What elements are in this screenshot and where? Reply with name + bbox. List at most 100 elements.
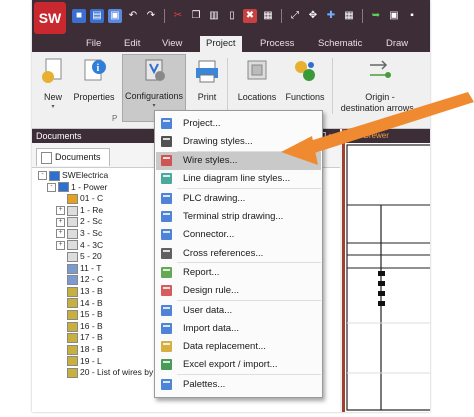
copy-icon[interactable]: ❐ <box>189 9 203 23</box>
documents-tab-icon <box>41 152 52 164</box>
menu-item-cross-references[interactable]: Cross references... <box>156 244 321 262</box>
tab-view[interactable]: View <box>156 36 188 52</box>
delete-icon[interactable]: ✖ <box>243 9 257 23</box>
save-icon[interactable]: ▣ <box>108 9 122 23</box>
menu-item-drawing-styles[interactable]: Drawing styles... <box>156 132 321 150</box>
schematic-tab[interactable]: c5 - Brewer <box>345 129 430 143</box>
tree-item[interactable]: 17 - B <box>56 332 103 344</box>
page-icon[interactable]: ▯ <box>225 9 239 23</box>
ribbon-group-label: P <box>112 114 118 123</box>
tree-item-label: 5 - 20 <box>80 251 102 262</box>
tree-item[interactable]: +4 - 3C <box>56 240 103 252</box>
tree-item-label: 19 - L <box>80 355 102 366</box>
locations-button[interactable]: Locations <box>234 56 280 103</box>
menu-item-connector[interactable]: Connector... <box>156 226 321 244</box>
properties-button[interactable]: i Properties <box>70 56 118 103</box>
tree-item[interactable]: +3 - Sc <box>56 228 102 240</box>
expand-toggle-icon[interactable]: - <box>47 182 56 192</box>
tile-icon[interactable]: ▣ <box>387 9 401 23</box>
menu-item-plc-drawing[interactable]: PLC drawing... <box>156 189 321 207</box>
tree-item-label: 18 - B <box>80 344 103 354</box>
menu-item-user-data[interactable]: User data... <box>156 301 321 319</box>
undo-icon[interactable]: ↶ <box>126 9 140 23</box>
forward-icon[interactable]: ➥ <box>369 9 383 23</box>
documents-tree: - SWElectrica -1 - Power 01 - C +1 - Re +2 - … <box>32 168 189 412</box>
tree-item-label: 17 - B <box>80 332 103 343</box>
document-icon <box>67 240 78 251</box>
functions-button[interactable]: Functions <box>282 56 328 103</box>
tab-documents[interactable]: Documents <box>36 148 110 166</box>
menu-item-design-rule[interactable]: Design rule... <box>156 282 321 300</box>
menu-item-import-data[interactable]: Import data... <box>156 319 321 337</box>
expand-toggle-icon[interactable]: + <box>56 240 65 250</box>
menu-item-excel[interactable]: Excel export / import... <box>156 356 321 374</box>
menu-item-project[interactable]: Project... <box>156 114 321 132</box>
tree-item[interactable]: 16 - B <box>56 321 103 333</box>
schematic-view[interactable]: c5 - Brewer <box>342 129 430 412</box>
menu-item-label: Connector... <box>183 229 235 241</box>
tree-item[interactable]: - SWElectrica <box>38 170 108 182</box>
menu-item-label: Data replacement... <box>183 341 266 353</box>
tree-item[interactable]: 13 - B <box>56 286 103 298</box>
rotate-icon[interactable]: ✥ <box>306 9 320 23</box>
properties-small-icon[interactable]: ▦ <box>261 9 275 23</box>
cut-icon[interactable]: ✂ <box>171 9 185 23</box>
tab-schematic[interactable]: Schematic <box>312 36 368 52</box>
tree-item[interactable]: 12 - C <box>56 274 103 286</box>
open-icon[interactable]: ▤ <box>90 9 104 23</box>
tree-item-label: 16 - B <box>80 320 103 331</box>
menu-item-label: Wire styles... <box>183 155 238 167</box>
menu-item-wire-styles[interactable]: Wire styles... <box>156 151 321 170</box>
menu-item-data-replacement[interactable]: Data replacement... <box>156 338 321 356</box>
document-icon <box>67 298 78 309</box>
origin-destination-arrows-button[interactable]: Origin - destination arrows ▾ <box>338 56 422 116</box>
tree-item[interactable]: 01 - C <box>56 193 103 205</box>
new-icon[interactable]: ■ <box>72 9 86 23</box>
tree-item[interactable]: 15 - B <box>56 309 103 321</box>
tree-item[interactable]: +2 - Sc <box>56 216 102 228</box>
tab-project[interactable]: Project <box>200 36 242 52</box>
tree-item[interactable]: 14 - B <box>56 298 103 310</box>
menu-item-terminal-strip[interactable]: Terminal strip drawing... <box>156 208 321 226</box>
redo-icon[interactable]: ↷ <box>144 9 158 23</box>
paste-icon[interactable]: ▥ <box>207 9 221 23</box>
tree-item-label: 1 - Re <box>80 204 104 215</box>
properties-icon: i <box>80 56 108 86</box>
tree-item[interactable]: 5 - 20 <box>56 251 102 263</box>
tree-item-label: 14 - B <box>80 297 103 308</box>
tree-item-label: 13 - B <box>80 286 103 296</box>
menu-item-palettes[interactable]: Palettes... <box>156 375 321 393</box>
tree-item[interactable]: 11 - T <box>56 263 101 275</box>
cross-icon[interactable]: ✚ <box>324 9 338 23</box>
tab-draw[interactable]: Draw <box>380 36 414 52</box>
document-icon <box>67 367 78 378</box>
expand-toggle-icon[interactable]: + <box>56 217 65 227</box>
tree-item[interactable]: 19 - L <box>56 356 102 368</box>
expand-toggle-icon[interactable]: - <box>38 171 47 181</box>
document-icon <box>67 309 78 320</box>
tab-process[interactable]: Process <box>254 36 300 52</box>
move-icon[interactable]: ⤢ <box>288 9 302 23</box>
menu-item-line-diagram[interactable]: Line diagram line styles... <box>156 170 321 188</box>
app-logo[interactable]: SW <box>34 2 66 34</box>
tree-item-label: 3 - Sc <box>80 228 103 238</box>
new-project-icon <box>39 56 67 86</box>
grid-icon[interactable]: ▦ <box>342 9 356 23</box>
new-button[interactable]: New ▾ <box>38 56 68 110</box>
print-button[interactable]: Print <box>190 56 224 103</box>
dots-icon[interactable]: ▪ <box>405 9 419 23</box>
data-replacement-icon <box>160 340 173 353</box>
tree-item[interactable]: - 1 - Power <box>47 182 107 194</box>
connector-icon <box>160 228 173 241</box>
locations-icon <box>243 56 271 86</box>
tab-edit[interactable]: Edit <box>118 36 146 52</box>
menu-item-report[interactable]: Report... <box>156 263 321 281</box>
document-icon <box>67 333 78 344</box>
expand-toggle-icon[interactable]: + <box>56 229 65 239</box>
tree-item[interactable]: 18 - B <box>56 344 103 356</box>
document-icon <box>67 263 78 274</box>
expand-toggle-icon[interactable]: + <box>56 206 65 216</box>
menu-item-label: Cross references... <box>183 247 264 259</box>
tab-file[interactable]: File <box>80 36 107 52</box>
tree-item[interactable]: +1 - Re <box>56 205 103 217</box>
